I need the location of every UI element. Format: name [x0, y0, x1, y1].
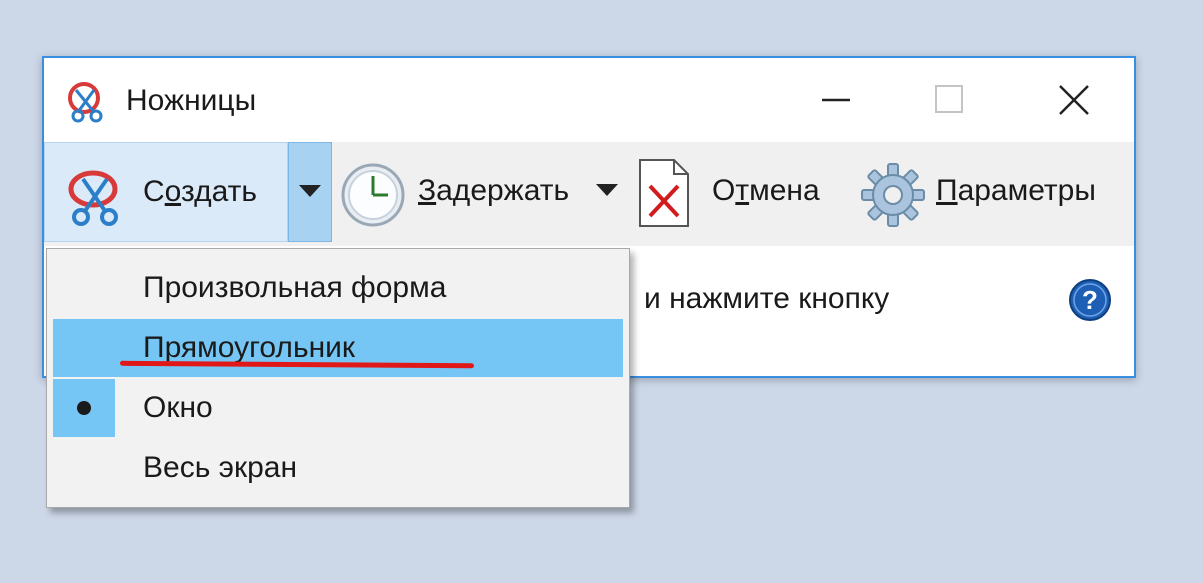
snip-mode-menu: Произвольная форма Прямоугольник Окно Ве… [46, 248, 630, 508]
new-snip-button[interactable]: Создать [44, 142, 288, 242]
cancel-document-icon [639, 159, 689, 227]
close-button[interactable] [1014, 58, 1134, 142]
options-button[interactable]: Параметры [860, 142, 1136, 242]
menu-item-label: Прямоугольник [143, 331, 356, 364]
menu-item-label: Окно [143, 391, 213, 424]
bullet-icon [77, 401, 91, 415]
window-title: Ножницы [126, 84, 257, 117]
menu-item-rectangle[interactable]: Прямоугольник [53, 319, 623, 377]
new-snip-mode-dropdown[interactable] [288, 142, 332, 242]
delay-label: Задержать [418, 174, 570, 207]
maximize-button[interactable] [894, 58, 1014, 142]
minimize-icon [822, 98, 850, 102]
help-icon[interactable]: ? [1068, 278, 1112, 322]
clock-icon [341, 163, 405, 227]
new-snip-label: Создать [143, 175, 258, 208]
selected-indicator [53, 379, 115, 437]
cancel-label: Отмена [712, 174, 820, 207]
toolbar: Создать Задержать Отмена Параметры [44, 142, 1134, 246]
title-bar[interactable]: Ножницы [44, 58, 1134, 142]
status-text: и нажмите кнопку [644, 282, 890, 315]
scissors-app-icon [68, 82, 103, 123]
gear-icon [861, 163, 925, 227]
menu-item-window[interactable]: Окно [53, 379, 623, 437]
menu-item-free-form[interactable]: Произвольная форма [53, 259, 623, 317]
options-label: Параметры [936, 174, 1096, 207]
minimize-button[interactable] [774, 58, 894, 142]
menu-item-label: Весь экран [143, 451, 298, 484]
scissors-icon [68, 170, 118, 226]
chevron-down-icon [299, 185, 321, 197]
svg-text:?: ? [1082, 285, 1098, 315]
menu-item-full-screen[interactable]: Весь экран [53, 439, 623, 497]
chevron-down-icon [596, 184, 618, 196]
menu-item-label: Произвольная форма [143, 271, 447, 304]
cancel-button[interactable]: Отмена [636, 142, 846, 242]
delay-button[interactable]: Задержать [338, 142, 620, 242]
close-icon [1059, 85, 1089, 115]
maximize-icon [935, 85, 963, 113]
